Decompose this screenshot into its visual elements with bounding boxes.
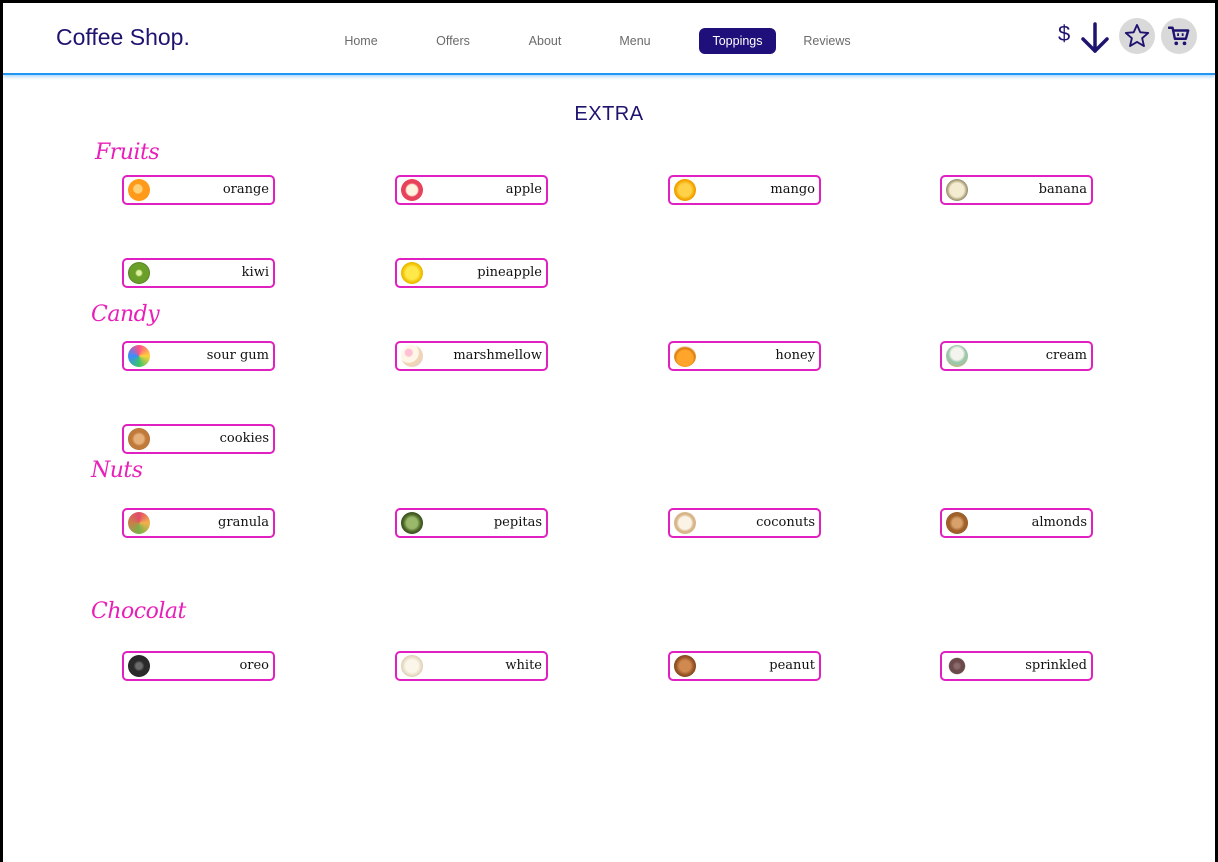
orange-icon <box>128 179 150 201</box>
topping-label: banana <box>1038 182 1087 197</box>
oreo-icon <box>128 655 150 677</box>
honey-icon <box>674 345 696 367</box>
topping-label: mango <box>770 182 815 197</box>
topping-label: oreo <box>239 658 269 673</box>
topping-label: honey <box>775 348 815 363</box>
nav-reviews[interactable]: Reviews <box>799 28 855 54</box>
sort-down-icon[interactable] <box>1079 21 1111 55</box>
topping-label: sour gum <box>206 348 269 363</box>
topping-cookies[interactable]: cookies <box>122 424 275 454</box>
topping-label: marshmellow <box>453 348 542 363</box>
topping-sour-gum[interactable]: sour gum <box>122 341 275 371</box>
category-title-fruits: Fruits <box>95 140 160 165</box>
topping-almonds[interactable]: almonds <box>940 508 1093 538</box>
banana-icon <box>946 179 968 201</box>
topping-label: cream <box>1045 348 1087 363</box>
apple-icon <box>401 179 423 201</box>
topping-marshmellow[interactable]: marshmellow <box>395 341 548 371</box>
topping-orange[interactable]: orange <box>122 175 275 205</box>
topping-label: pepitas <box>493 515 542 530</box>
cart-button[interactable] <box>1161 18 1197 54</box>
topping-apple[interactable]: apple <box>395 175 548 205</box>
category-title-candy: Candy <box>91 302 160 327</box>
cookies-icon <box>128 428 150 450</box>
header: Coffee Shop. Home Offers About Menu Topp… <box>3 3 1215 75</box>
topping-label: kiwi <box>241 265 269 280</box>
topping-honey[interactable]: honey <box>668 341 821 371</box>
granula-icon <box>128 512 150 534</box>
currency-symbol[interactable]: $ <box>1058 21 1070 47</box>
app-frame: Coffee Shop. Home Offers About Menu Topp… <box>3 3 1215 862</box>
topping-pineapple[interactable]: pineapple <box>395 258 548 288</box>
topping-coconuts[interactable]: coconuts <box>668 508 821 538</box>
kiwi-icon <box>128 262 150 284</box>
topping-label: peanut <box>769 658 815 673</box>
topping-peanut[interactable]: peanut <box>668 651 821 681</box>
white-chocolate-icon <box>401 655 423 677</box>
sour-gum-icon <box>128 345 150 367</box>
nav-toppings[interactable]: Toppings <box>699 28 776 54</box>
nav-home[interactable]: Home <box>333 28 389 54</box>
mango-icon <box>674 179 696 201</box>
logo[interactable]: Coffee Shop. <box>56 24 190 51</box>
topping-label: white <box>505 658 542 673</box>
topping-label: apple <box>505 182 542 197</box>
cart-icon <box>1168 26 1190 46</box>
nav-menu[interactable]: Menu <box>607 28 663 54</box>
nav-about[interactable]: About <box>517 28 573 54</box>
topping-sprinkled[interactable]: sprinkled <box>940 651 1093 681</box>
almonds-icon <box>946 512 968 534</box>
topping-label: almonds <box>1031 515 1087 530</box>
topping-label: pineapple <box>477 265 542 280</box>
topping-white[interactable]: white <box>395 651 548 681</box>
category-title-chocolat: Chocolat <box>91 599 186 624</box>
coconuts-icon <box>674 512 696 534</box>
topping-label: cookies <box>219 431 269 446</box>
favorites-button[interactable] <box>1119 18 1155 54</box>
cream-icon <box>946 345 968 367</box>
topping-label: sprinkled <box>1025 658 1087 673</box>
topping-oreo[interactable]: oreo <box>122 651 275 681</box>
topping-label: coconuts <box>756 515 815 530</box>
peanut-icon <box>674 655 696 677</box>
marshmellow-icon <box>401 345 423 367</box>
topping-banana[interactable]: banana <box>940 175 1093 205</box>
pineapple-icon <box>401 262 423 284</box>
sprinkled-icon <box>946 655 968 677</box>
page-title: EXTRA <box>574 103 644 125</box>
nav-offers[interactable]: Offers <box>425 28 481 54</box>
topping-pepitas[interactable]: pepitas <box>395 508 548 538</box>
category-title-nuts: Nuts <box>91 458 143 483</box>
pepitas-icon <box>401 512 423 534</box>
topping-label: orange <box>222 182 269 197</box>
topping-mango[interactable]: mango <box>668 175 821 205</box>
star-icon <box>1124 23 1150 47</box>
topping-label: granula <box>218 515 269 530</box>
topping-kiwi[interactable]: kiwi <box>122 258 275 288</box>
topping-cream[interactable]: cream <box>940 341 1093 371</box>
topping-granula[interactable]: granula <box>122 508 275 538</box>
